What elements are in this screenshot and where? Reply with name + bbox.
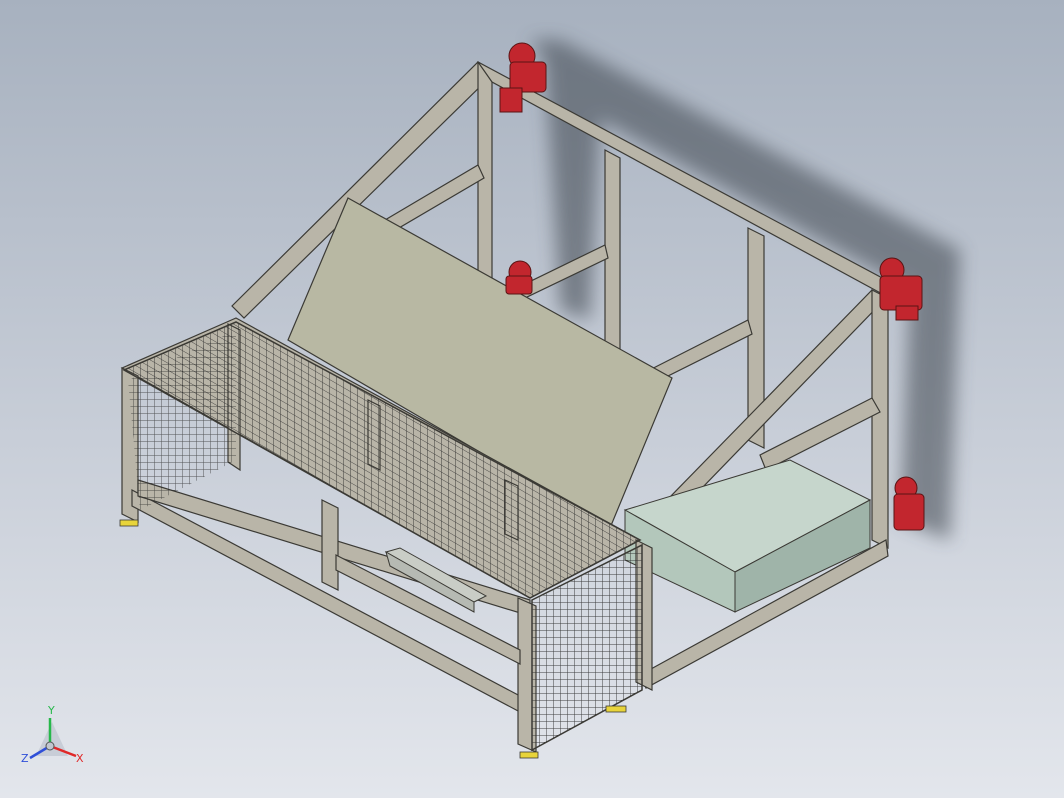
right-front-post — [871, 289, 889, 549]
triad-z-label: Z — [21, 752, 29, 765]
equipment-box[interactable] — [623, 459, 872, 613]
triad-y-label: Y — [47, 704, 55, 717]
cad-viewport[interactable]: Y X Z — [0, 0, 1064, 798]
mid-post-1 — [321, 499, 339, 591]
coordinate-triad-icon[interactable]: Y X Z — [18, 700, 88, 775]
triad-x-label: X — [76, 752, 84, 765]
assembly-model[interactable] — [0, 0, 1064, 798]
wheel-caster-icon — [505, 260, 533, 295]
top-rail — [477, 61, 887, 298]
left-brace — [384, 164, 485, 233]
